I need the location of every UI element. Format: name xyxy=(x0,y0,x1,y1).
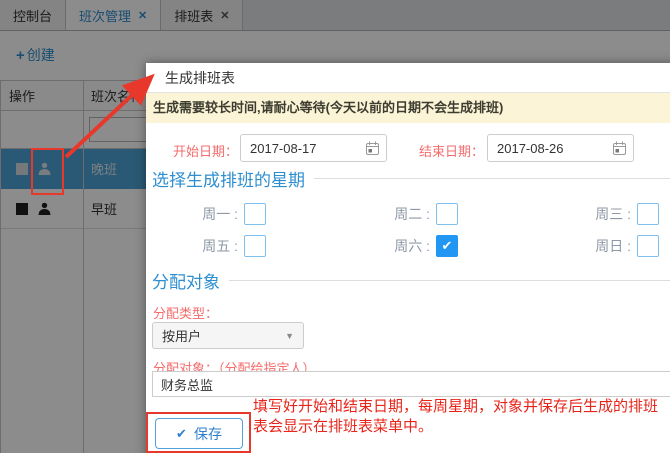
weekday-tuesday: 周二 : ✔ xyxy=(384,203,458,225)
week-section-header: 选择生成排班的星期 xyxy=(152,166,670,191)
annotation-note-line2: 表会显示在排班表菜单中。 xyxy=(253,418,434,435)
annotation-note: 填写好开始和结束日期，每周星期，对象并保存后生成的排班 表会显示在排班表菜单中。 xyxy=(253,397,658,437)
calendar-icon[interactable] xyxy=(612,141,627,159)
weekday-monday: 周一 : ✔ xyxy=(192,203,266,225)
assign-type-label: 分配类型： xyxy=(153,306,219,321)
friday-checkbox[interactable]: ✔ xyxy=(244,235,266,257)
weekday-sunday: 周日 : ✔ xyxy=(585,235,659,257)
section-rule xyxy=(229,280,670,281)
weekday-label: 周二 : xyxy=(394,206,430,222)
assign-section-title: 分配对象 xyxy=(152,273,220,292)
weekday-wednesday: 周三 : ✔ xyxy=(585,203,659,225)
start-date-label: 开始日期： xyxy=(172,144,238,159)
annotation-note-line1: 填写好开始和结束日期，每周星期，对象并保存后生成的排班 xyxy=(253,398,659,415)
assign-section-header: 分配对象 xyxy=(152,268,670,293)
annotation-box-person-icon xyxy=(31,148,64,195)
tuesday-checkbox[interactable]: ✔ xyxy=(436,203,458,225)
weekday-label: 周五 : xyxy=(202,238,238,254)
weekday-label: 周日 : xyxy=(595,238,631,254)
week-section-title: 选择生成排班的星期 xyxy=(152,171,305,190)
weekday-label: 周三 : xyxy=(595,206,631,222)
assign-type-select[interactable]: 按用户 ▼ xyxy=(152,322,304,349)
generate-schedule-dialog: 生成排班表 生成需要较长时间,请耐心等待(今天以前的日期不会生成排班) 开始日期… xyxy=(146,63,670,453)
check-icon: ✔ xyxy=(441,238,453,253)
weekday-friday: 周五 : ✔ xyxy=(192,235,266,257)
weekday-label: 周一 : xyxy=(202,206,238,222)
assign-target-input[interactable] xyxy=(152,371,670,397)
weekday-label: 周六 : xyxy=(394,238,430,254)
end-date-label: 结束日期： xyxy=(418,144,484,159)
app-window: 控制台 班次管理 ✕ 排班表 ✕ + 创建 操作 班次名称 晚班 早班 生成排班… xyxy=(0,0,670,453)
chevron-down-icon: ▼ xyxy=(285,330,294,341)
monday-checkbox[interactable]: ✔ xyxy=(244,203,266,225)
saturday-checkbox[interactable]: ✔ xyxy=(436,235,458,257)
annotation-box-save-button xyxy=(146,412,251,453)
dialog-body: 开始日期： 结束日期： xyxy=(146,63,670,453)
weekday-saturday: 周六 : ✔ xyxy=(384,235,458,257)
calendar-icon[interactable] xyxy=(365,141,380,159)
assign-type-value: 按用户 xyxy=(162,329,202,344)
wednesday-checkbox[interactable]: ✔ xyxy=(637,203,659,225)
sunday-checkbox[interactable]: ✔ xyxy=(637,235,659,257)
section-rule xyxy=(314,178,670,179)
